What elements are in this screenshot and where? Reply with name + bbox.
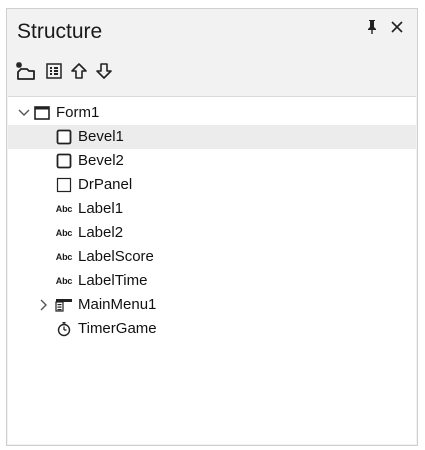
new-tab-order-button[interactable]: [15, 61, 37, 86]
panel-title: Structure: [17, 20, 103, 43]
close-icon: [390, 20, 404, 39]
pin-icon: [365, 19, 379, 40]
tree-node-label: DrPanel: [78, 176, 133, 193]
view-toggle-button[interactable]: [43, 62, 65, 84]
tree-node-labelscore[interactable]: Abc LabelScore: [8, 245, 416, 269]
pin-button[interactable]: [362, 19, 382, 39]
new-item-icon: [15, 61, 37, 86]
panel-titlebar: Structure: [7, 9, 417, 49]
form-icon: [32, 104, 52, 122]
tree-node-drpanel[interactable]: DrPanel: [8, 173, 416, 197]
move-down-button[interactable]: [93, 62, 115, 84]
panel-icon: [54, 176, 74, 194]
tree-node-label1[interactable]: Abc Label1: [8, 197, 416, 221]
tree-node-bevel1[interactable]: Bevel1: [8, 125, 416, 149]
bevel-icon: [54, 152, 74, 170]
tree-node-label: Label1: [78, 200, 124, 217]
tree-node-form1[interactable]: Form1: [8, 101, 416, 125]
tree-node-timergame[interactable]: TimerGame: [8, 317, 416, 341]
label-icon: Abc: [55, 228, 73, 238]
timer-icon: [54, 320, 74, 338]
label-icon: Abc: [55, 204, 73, 214]
tree-node-bevel2[interactable]: Bevel2: [8, 149, 416, 173]
structure-tree: Form1 Bevel1 Bevel2 DrPanel Abc Label1 A: [8, 96, 416, 444]
tree-node-mainmenu1[interactable]: MainMenu1: [8, 293, 416, 317]
tree-node-label: MainMenu1: [78, 296, 157, 313]
arrow-up-icon: [70, 62, 88, 85]
move-up-button[interactable]: [68, 62, 90, 84]
tree-node-label: Form1: [56, 104, 100, 121]
close-button[interactable]: [387, 19, 407, 39]
tree-node-label: LabelScore: [78, 248, 154, 265]
tree-node-label: Bevel1: [78, 128, 124, 145]
tree-node-label: LabelTime: [78, 272, 148, 289]
tree-node-label: Bevel2: [78, 152, 124, 169]
main-menu-icon: [54, 296, 74, 314]
bevel-icon: [54, 128, 74, 146]
tree-node-label: Label2: [78, 224, 124, 241]
grid-list-icon: [45, 62, 63, 85]
structure-panel: Structure Form1 Bevel1 Bevel2 DrPanel Ab…: [6, 8, 418, 446]
structure-toolbar: [7, 55, 417, 89]
arrow-down-icon: [95, 62, 113, 85]
chevron-right-icon[interactable]: [36, 296, 52, 314]
label-icon: Abc: [55, 276, 73, 286]
chevron-down-icon[interactable]: [16, 104, 32, 122]
tree-node-labeltime[interactable]: Abc LabelTime: [8, 269, 416, 293]
label-icon: Abc: [55, 252, 73, 262]
tree-node-label2[interactable]: Abc Label2: [8, 221, 416, 245]
tree-node-label: TimerGame: [78, 320, 157, 337]
